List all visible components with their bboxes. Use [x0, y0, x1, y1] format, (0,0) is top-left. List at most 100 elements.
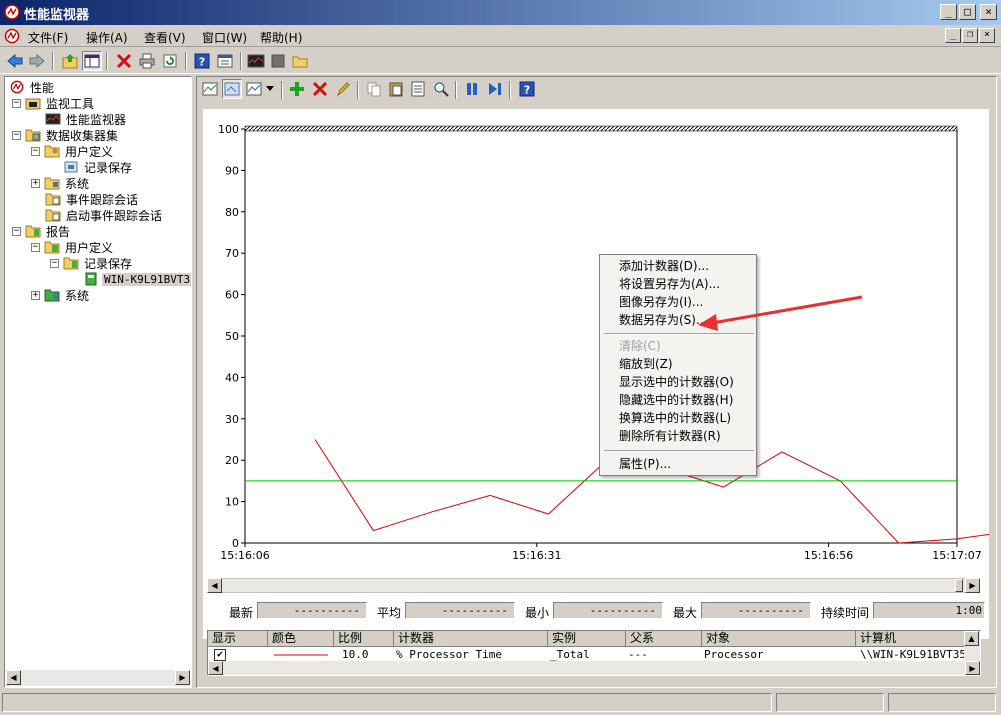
show-hide-tree-button[interactable]: [82, 51, 102, 71]
forward-arrow-icon: [29, 53, 45, 69]
show-checkbox[interactable]: ✔: [214, 649, 226, 661]
scroll-left-button[interactable]: ◀: [207, 578, 222, 593]
highlight-button[interactable]: [333, 79, 353, 99]
tree-item-reports-user-defined[interactable]: − 用户定义: [31, 239, 115, 255]
tree-item-user-defined[interactable]: − 用户定义: [31, 143, 115, 159]
freeze-display-button[interactable]: [462, 79, 482, 99]
menu-file[interactable]: 文件(F): [28, 29, 68, 46]
update-data-button[interactable]: [485, 79, 505, 99]
collapse-toggle[interactable]: −: [12, 130, 21, 140]
view-log-data-button[interactable]: [200, 79, 220, 99]
col-header-counter[interactable]: 计数器: [394, 631, 548, 647]
graph-horizontal-scrollbar[interactable]: ◀ ▶: [207, 578, 980, 593]
menu-window[interactable]: 窗口(W): [202, 29, 247, 46]
tree-item-startup-event-trace[interactable]: 启动事件跟踪会话: [45, 207, 164, 223]
collapse-toggle[interactable]: −: [12, 226, 21, 236]
graph-type-dropdown[interactable]: [264, 79, 276, 99]
refresh-icon: [163, 54, 177, 68]
tree-root[interactable]: 性能: [9, 79, 56, 95]
change-graph-type-button[interactable]: [244, 79, 264, 99]
properties-button[interactable]: [215, 51, 235, 71]
view-current-activity-button[interactable]: [222, 79, 242, 99]
col-header-parent[interactable]: 父系: [626, 631, 702, 647]
collapse-toggle[interactable]: −: [12, 98, 21, 108]
performance-monitor-button[interactable]: [246, 51, 266, 71]
collapse-toggle[interactable]: −: [50, 258, 59, 268]
copy-properties-button[interactable]: [364, 79, 384, 99]
minimize-button[interactable]: _: [940, 4, 957, 20]
expand-toggle[interactable]: +: [31, 178, 40, 188]
back-button[interactable]: [5, 51, 25, 71]
mdi-close-button[interactable]: ×: [979, 28, 995, 43]
y-tick-label: 10: [225, 496, 239, 509]
chart-area[interactable]: 100 90 80 70 60 50 40 30 20 10 0 15:16:06 15:16:31 15…: [203, 109, 989, 639]
tree-item-reports-record-save[interactable]: − 记录保存: [50, 255, 134, 271]
line-chart[interactable]: 100908070605040302010015:16:06 15:16:31 15…: [203, 109, 989, 559]
menu-save-data-as[interactable]: 数据另存为(S)...: [619, 312, 707, 329]
stop-button[interactable]: [268, 51, 288, 71]
tree-item-system[interactable]: + 系统: [31, 175, 91, 191]
menu-show-selected-counters[interactable]: 显示选中的计数器(O): [619, 374, 734, 391]
status-bar: [0, 690, 1001, 715]
delete-button[interactable]: [114, 51, 134, 71]
col-header-show[interactable]: 显示: [208, 631, 268, 647]
menu-action[interactable]: 操作(A): [86, 29, 128, 46]
latest-label: 最新: [229, 606, 254, 620]
scroll-up-button[interactable]: ▲: [964, 631, 979, 646]
scroll-left-button[interactable]: ◀: [208, 661, 223, 675]
tree-item-report-win[interactable]: WIN-K9L91BVT35: [83, 271, 191, 287]
scroll-thumb[interactable]: [955, 579, 963, 592]
collapse-toggle[interactable]: −: [31, 242, 40, 252]
legend-horizontal-scrollbar[interactable]: ◀ ▶: [208, 661, 980, 675]
graph-help-button[interactable]: ?: [517, 79, 537, 99]
close-button[interactable]: ×: [980, 4, 997, 20]
tree-item-data-collector-sets[interactable]: − 数据收集器集: [12, 127, 120, 143]
menu-remove-all-counters[interactable]: 删除所有计数器(R): [619, 428, 721, 445]
up-level-button[interactable]: [60, 51, 80, 71]
tree-item-event-trace-sessions[interactable]: 事件跟踪会话: [45, 191, 140, 207]
help-button[interactable]: ?: [192, 51, 212, 71]
delete-counter-button[interactable]: [310, 79, 330, 99]
col-header-object[interactable]: 对象: [702, 631, 856, 647]
collapse-toggle[interactable]: −: [31, 146, 40, 156]
col-header-computer[interactable]: 计算机: [856, 631, 966, 647]
menu-view[interactable]: 查看(V): [144, 29, 186, 46]
maximize-button[interactable]: □: [959, 4, 976, 20]
scroll-right-button[interactable]: ▶: [175, 670, 190, 685]
tree-item-reports-system[interactable]: + 系统: [31, 287, 91, 303]
title-bar: 性能监视器 _ □ ×: [0, 0, 1001, 25]
tree-item-reports[interactable]: − 报告: [12, 223, 72, 239]
tree-item-performance-monitor[interactable]: 性能监视器: [45, 111, 128, 127]
add-counter-button[interactable]: [287, 79, 307, 99]
expand-toggle[interactable]: +: [31, 290, 40, 300]
menu-zoom-to[interactable]: 缩放到(Z): [619, 356, 673, 373]
forward-button[interactable]: [27, 51, 47, 71]
menu-help[interactable]: 帮助(H): [260, 29, 302, 46]
counter-legend-table: 显示 颜色 比例 计数器 实例 父系 对象 计算机 ✔ 10.0 % Proce…: [207, 630, 981, 676]
scroll-left-button[interactable]: ◀: [6, 670, 21, 685]
menu-properties[interactable]: 属性(P)...: [619, 456, 671, 473]
menu-save-image-as[interactable]: 图像另存为(I)...: [619, 294, 703, 311]
tree-item-monitoring-tools[interactable]: − 监视工具: [12, 95, 96, 111]
menu-hide-selected-counters[interactable]: 隐藏选中的计数器(H): [619, 392, 733, 409]
refresh-button[interactable]: [160, 51, 180, 71]
mdi-restore-button[interactable]: ❐: [962, 28, 978, 43]
col-header-scale[interactable]: 比例: [334, 631, 394, 647]
tree-item-record-save[interactable]: 记录保存: [63, 159, 134, 175]
mdi-system-icon[interactable]: [4, 28, 20, 44]
mdi-minimize-button[interactable]: _: [945, 28, 961, 43]
tree-horizontal-scrollbar[interactable]: ◀ ▶: [6, 670, 190, 686]
print-button[interactable]: [137, 51, 157, 71]
open-folder-button[interactable]: [290, 51, 310, 71]
menu-scale-selected-counters[interactable]: 换算选中的计数器(L): [619, 410, 731, 427]
menu-add-counters[interactable]: 添加计数器(D)...: [619, 258, 709, 275]
scroll-right-button[interactable]: ▶: [965, 661, 980, 675]
menu-save-settings-as[interactable]: 将设置另存为(A)...: [619, 276, 720, 293]
paste-counter-list-button[interactable]: [386, 79, 406, 99]
col-header-color[interactable]: 颜色: [268, 631, 334, 647]
graph-properties-button[interactable]: [408, 79, 428, 99]
scroll-right-button[interactable]: ▶: [965, 578, 980, 593]
zoom-button[interactable]: [431, 79, 451, 99]
col-header-instance[interactable]: 实例: [548, 631, 626, 647]
legend-vertical-scrollbar[interactable]: ▲: [964, 631, 980, 661]
